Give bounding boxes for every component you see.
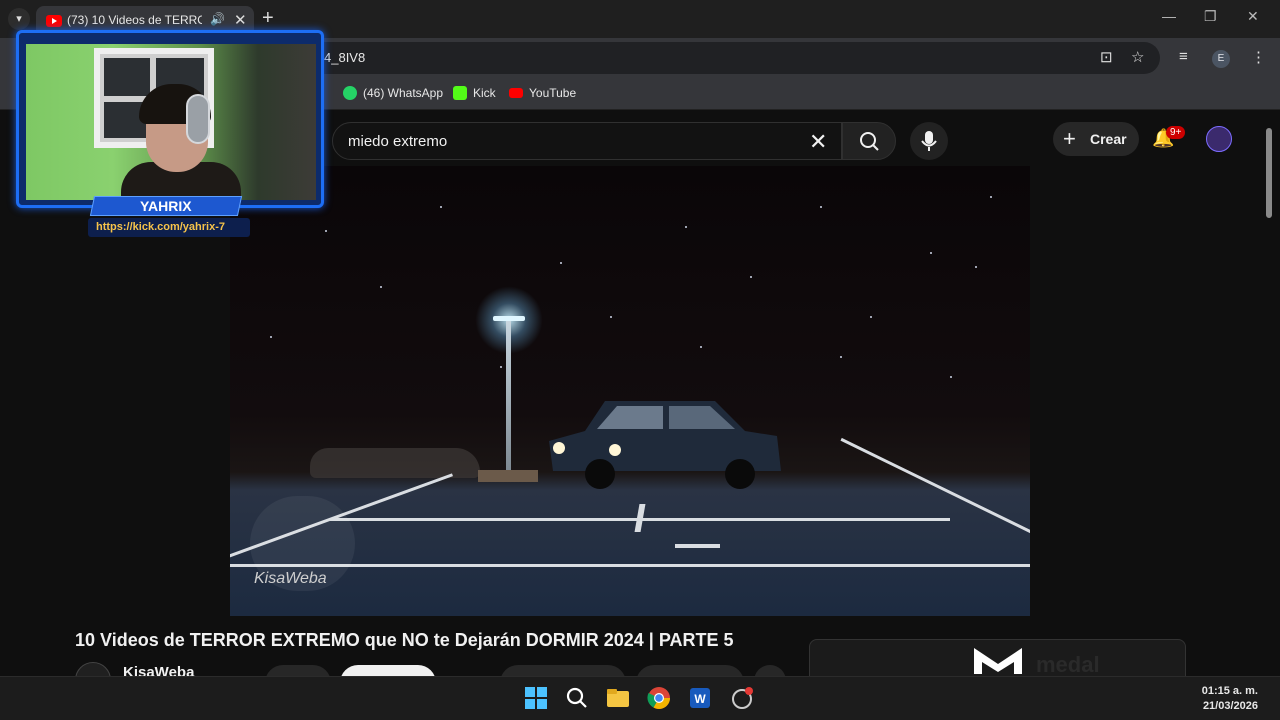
video-title: 10 Videos de TERROR EXTREMO que NO te De…: [75, 630, 734, 650]
video-star: [270, 336, 272, 338]
media-control-icon[interactable]: ≡: [1179, 48, 1188, 65]
profile-avatar[interactable]: E: [1212, 50, 1230, 68]
tab-close-icon[interactable]: ✕: [234, 11, 247, 29]
svg-text:W: W: [694, 692, 706, 706]
minimize-button[interactable]: —: [1162, 8, 1176, 24]
streamer-name: YAHRIX: [140, 198, 192, 214]
bookmark-youtube[interactable]: YouTube: [509, 86, 576, 100]
youtube-icon: [509, 88, 523, 98]
video-star: [820, 206, 822, 208]
bookmark-star-icon[interactable]: ☆: [1131, 48, 1144, 66]
plus-icon: +: [1063, 126, 1076, 151]
street-lamp-pole: [506, 321, 511, 471]
video-star: [840, 356, 842, 358]
sponsored-ad[interactable]: medal: [809, 639, 1186, 679]
stream-url: https://kick.com/yahrix-7: [96, 221, 225, 233]
watermark-text: KisaWeba: [254, 570, 327, 587]
video-star: [325, 230, 327, 232]
clear-search-icon[interactable]: ✕: [809, 129, 827, 155]
restore-button[interactable]: ❐: [1204, 8, 1217, 25]
clock-date: 21/03/2026: [1202, 700, 1258, 712]
video-bushes: [310, 448, 480, 478]
new-tab-button[interactable]: +: [262, 7, 274, 30]
webcam-feed: [26, 44, 316, 200]
video-star: [440, 206, 442, 208]
search-button[interactable]: [842, 122, 896, 160]
search-query: miedo extremo: [348, 133, 448, 150]
parking-line: [675, 544, 720, 548]
speaker-icon[interactable]: 🔊: [210, 12, 225, 26]
headset-icon: [186, 94, 210, 144]
video-star: [870, 316, 872, 318]
page-scrollbar[interactable]: [1262, 112, 1276, 672]
close-window-button[interactable]: ✕: [1247, 8, 1259, 25]
video-star: [700, 346, 702, 348]
ad-brand: medal: [1036, 652, 1100, 677]
video-star: [685, 226, 687, 228]
file-explorer-icon[interactable]: [605, 685, 631, 711]
kick-icon: [453, 86, 467, 100]
install-app-icon[interactable]: ⊡: [1100, 48, 1113, 66]
taskbar-search-icon[interactable]: [564, 685, 590, 711]
parking-line: [840, 437, 1030, 538]
bookmark-kick[interactable]: Kick: [453, 86, 496, 100]
chrome-icon[interactable]: [646, 685, 672, 711]
create-button[interactable]: + Crear: [1053, 122, 1139, 156]
video-star: [560, 262, 562, 264]
microphone-icon: [921, 131, 937, 151]
tab-search-chevron-icon[interactable]: ▾: [8, 8, 30, 30]
system-clock[interactable]: 01:15 a. m. 21/03/2026: [1202, 684, 1258, 714]
car-illustration: [549, 401, 781, 489]
word-icon[interactable]: W: [687, 685, 713, 711]
video-star: [610, 316, 612, 318]
address-bar-url: 4_8IV8: [324, 50, 366, 65]
youtube-favicon-icon: [46, 15, 62, 27]
video-star: [975, 266, 977, 268]
video-star: [930, 252, 932, 254]
windows-taskbar: W 01:15 a. m. 21/03/2026: [0, 676, 1280, 720]
video-star: [380, 286, 382, 288]
video-star: [750, 276, 752, 278]
search-input[interactable]: miedo extremo ✕: [332, 122, 842, 160]
notification-badge: 9+: [1166, 126, 1186, 139]
recording-app-icon[interactable]: [729, 685, 755, 711]
search-icon: [860, 132, 879, 151]
clock-time: 01:15 a. m.: [1201, 685, 1258, 697]
account-avatar[interactable]: [1206, 126, 1232, 152]
webcam-overlay: [16, 30, 324, 208]
scrollbar-thumb[interactable]: [1266, 128, 1272, 218]
video-star: [950, 376, 952, 378]
voice-search-button[interactable]: [910, 122, 948, 160]
address-bar[interactable]: 4_8IV8 ⊡ ☆: [240, 42, 1160, 74]
video-star: [500, 366, 502, 368]
bookmark-whatsapp[interactable]: (46) WhatsApp: [343, 86, 443, 100]
browser-menu-icon[interactable]: ⋮: [1251, 48, 1266, 66]
street-lamp-base: [478, 470, 538, 482]
video-star: [990, 196, 992, 198]
video-player[interactable]: KisaWeba: [230, 166, 1030, 616]
windows-start-icon[interactable]: [523, 685, 549, 711]
tab-title: (73) 10 Videos de TERROR E: [67, 13, 202, 27]
whatsapp-icon: [343, 86, 357, 100]
medal-logo-icon: [974, 648, 1022, 674]
